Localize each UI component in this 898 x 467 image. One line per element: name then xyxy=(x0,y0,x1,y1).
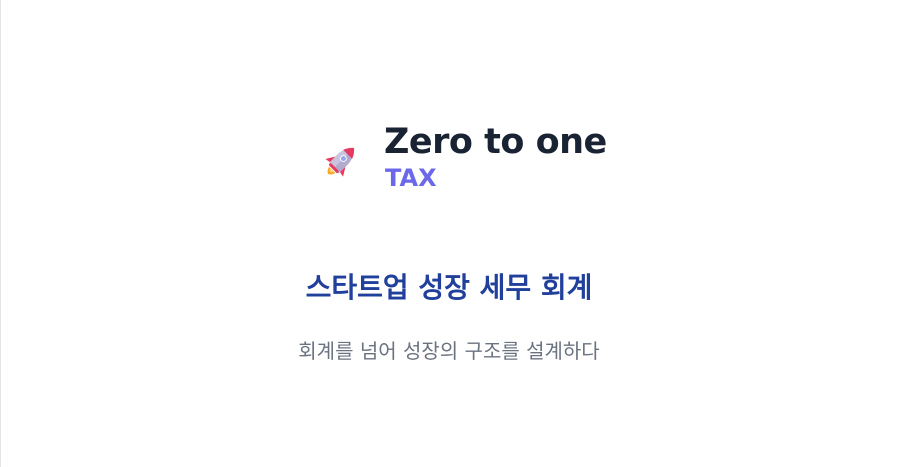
brand-name: Zero to one xyxy=(384,122,607,162)
hero-headline: 스타트업 성장 세무 회계 xyxy=(305,270,593,304)
hero-section: Zero to one TAX 스타트업 성장 세무 회계 회계를 넘어 성장의… xyxy=(0,0,898,467)
hero-subtitle: 회계를 넘어 성장의 구조를 설계하다 xyxy=(298,339,600,363)
brand-logo[interactable]: Zero to one TAX xyxy=(320,120,607,200)
rocket-icon xyxy=(325,147,355,177)
brand-tax-label: TAX xyxy=(385,164,437,192)
